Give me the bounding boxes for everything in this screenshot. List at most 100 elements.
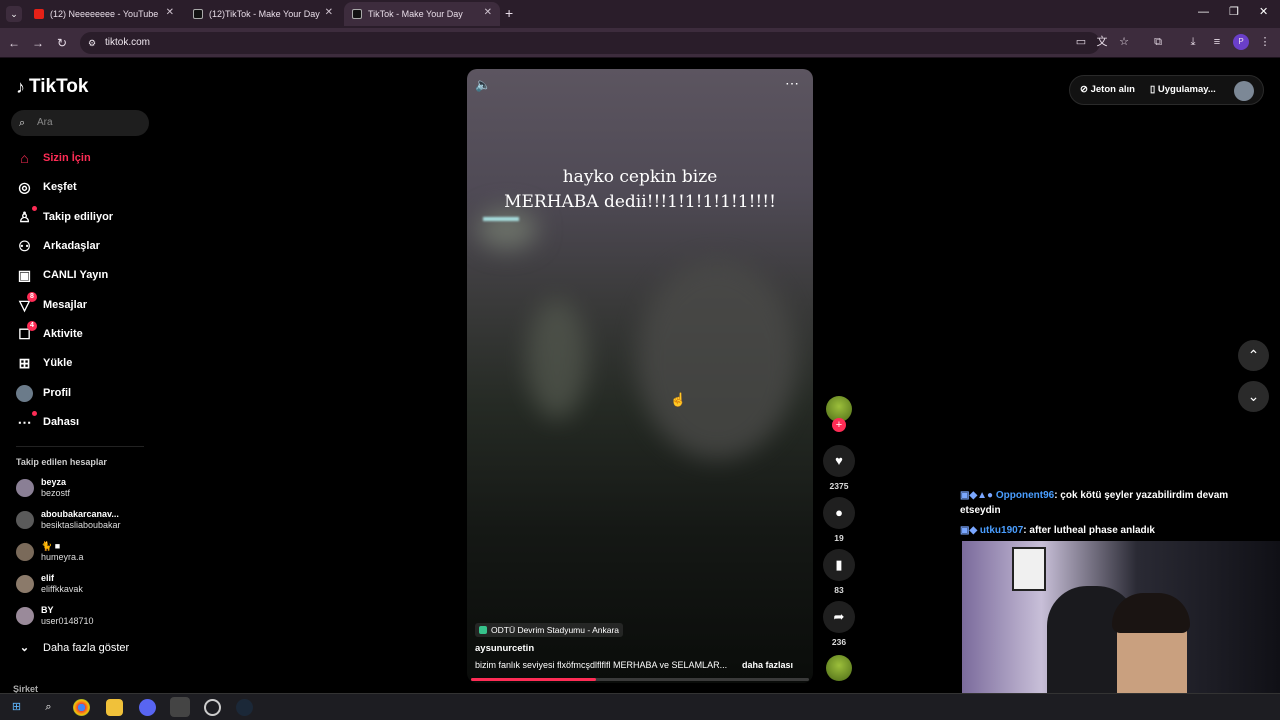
- cursor-icon: ☝: [670, 392, 687, 407]
- activity-icon: ☐ 4: [16, 320, 37, 343]
- close-tab-icon[interactable]: ✕: [484, 7, 492, 18]
- discord-icon[interactable]: [139, 699, 156, 716]
- nav-item-explore[interactable]: ◎ Keşfet: [16, 177, 76, 197]
- back-icon[interactable]: ←: [5, 34, 23, 52]
- browser-tab-youtube[interactable]: (12) Neeeeeeee - YouTube ✕: [26, 2, 182, 26]
- phone-icon: ▯: [1150, 84, 1156, 95]
- address-bar[interactable]: ⚙ tiktok.com: [80, 32, 1100, 54]
- minimize-button[interactable]: —: [1198, 6, 1209, 18]
- nav-item-for-you[interactable]: ⌂ Sizin İçin: [16, 148, 90, 168]
- more-icon: ⋯: [16, 410, 37, 431]
- like-button[interactable]: ♥: [823, 445, 855, 477]
- chevron-down-icon: ⌄: [19, 641, 30, 654]
- get-app-button[interactable]: ▯ Uygulamay...: [1150, 84, 1216, 95]
- profile-avatar[interactable]: P: [1233, 34, 1249, 50]
- chrome-icon[interactable]: [73, 699, 90, 716]
- avatar: [16, 575, 34, 593]
- browser-tab-tiktok-1[interactable]: (12)TikTok - Make Your Day ✕: [185, 2, 341, 26]
- translate-icon[interactable]: 文: [1094, 34, 1110, 50]
- extensions-icon[interactable]: ⧉: [1150, 34, 1166, 50]
- nav-item-upload[interactable]: ⊞ Yükle: [16, 353, 73, 373]
- avatar: [16, 479, 34, 497]
- reload-icon[interactable]: ↻: [53, 34, 71, 52]
- nav-item-more[interactable]: ⋯ Dahası: [16, 410, 79, 432]
- read-more-link[interactable]: daha fazlası: [742, 660, 793, 670]
- close-window-button[interactable]: ✕: [1259, 5, 1268, 18]
- messages-badge: 8: [27, 291, 37, 302]
- chevron-up-icon: ⌃: [1247, 347, 1260, 363]
- volume-icon[interactable]: 🔈: [475, 77, 491, 93]
- comment-button[interactable]: ●: [823, 497, 855, 529]
- search-icon[interactable]: ⌕: [40, 699, 57, 716]
- chat-badge-icons: ▣◆▲●: [960, 490, 994, 501]
- heart-icon: ♥: [835, 453, 843, 468]
- start-icon[interactable]: ⊞: [8, 699, 25, 716]
- cast-icon[interactable]: ▭: [1073, 34, 1089, 50]
- profile-icon: [16, 384, 33, 402]
- video-caption-overlay: hayko cepkin bize MERHABA dedii!!!1!1!1!…: [504, 167, 776, 212]
- tab-search-icon[interactable]: ⌄: [6, 6, 22, 22]
- avatar: [16, 607, 34, 625]
- followed-account[interactable]: elif eliffkkavak: [16, 570, 83, 598]
- show-more-button[interactable]: ⌄ Daha fazla göster: [16, 638, 129, 658]
- chat-message: ▣◆▲● Opponent96: çok kötü şeyler yazabil…: [960, 490, 1229, 516]
- tiktok-logo[interactable]: ♪ TikTok: [16, 76, 88, 98]
- media-icon[interactable]: ≡: [1209, 34, 1225, 50]
- like-count: 2375: [829, 481, 849, 491]
- download-icon[interactable]: ⤓: [1185, 34, 1201, 50]
- menu-icon[interactable]: ⋮: [1257, 34, 1273, 50]
- location-tag[interactable]: ODTÜ Devrim Stadyumu - Ankara: [475, 623, 624, 637]
- search-input[interactable]: ⌕ Ara: [11, 110, 149, 136]
- obs-icon[interactable]: [204, 699, 221, 716]
- followed-account[interactable]: 🐈 ■ humeyra.a: [16, 538, 84, 566]
- close-tab-icon[interactable]: ✕: [325, 7, 333, 18]
- tiktok-icon: [193, 9, 203, 19]
- save-count: 83: [834, 585, 844, 595]
- avatar: [16, 543, 34, 561]
- site-info-icon[interactable]: ⚙: [88, 32, 96, 54]
- home-icon: ⌂: [20, 149, 29, 166]
- nav-item-live[interactable]: ▣ CANLI Yayın: [16, 265, 108, 285]
- bookmark-icon: ▮: [835, 557, 843, 572]
- avatar: [16, 511, 34, 529]
- follow-plus-icon[interactable]: +: [832, 418, 846, 432]
- chrome-active-icon[interactable]: [170, 697, 190, 717]
- compass-icon: ◎: [18, 178, 31, 195]
- share-button[interactable]: ➦: [823, 601, 855, 633]
- followed-account[interactable]: aboubakarcanav... besiktasliaboubakar: [16, 506, 121, 534]
- video-author[interactable]: aysunurcetin: [475, 643, 534, 654]
- get-coins-button[interactable]: ⊘ Jeton alın: [1080, 84, 1135, 95]
- top-right-actions: ⊘ Jeton alın ▯ Uygulamay...: [1069, 75, 1264, 105]
- account-emoji: 🐈 ■: [41, 541, 61, 551]
- steam-icon[interactable]: [236, 699, 253, 716]
- bookmark-star-icon[interactable]: ☆: [1116, 34, 1132, 50]
- nav-item-following[interactable]: ♙ Takip ediliyor: [16, 205, 113, 227]
- nav-item-profile[interactable]: Profil: [16, 383, 71, 403]
- next-video-button[interactable]: ⌄: [1238, 381, 1269, 412]
- nav-item-friends[interactable]: ⚇ Arkadaşlar: [16, 236, 100, 256]
- forward-icon[interactable]: →: [29, 34, 47, 52]
- more-options-icon[interactable]: ⋯: [785, 75, 799, 92]
- nav-item-activity[interactable]: ☐ 4 Aktivite: [16, 320, 83, 344]
- user-avatar[interactable]: [1234, 81, 1254, 101]
- close-tab-icon[interactable]: ✕: [166, 7, 174, 18]
- followed-account[interactable]: beyza bezostf: [16, 474, 70, 502]
- progress-bar[interactable]: [471, 678, 809, 681]
- upload-icon: ⊞: [18, 354, 31, 371]
- music-disc-avatar[interactable]: [826, 655, 852, 681]
- new-tab-button[interactable]: +: [505, 5, 513, 21]
- followed-account[interactable]: BY user0148710: [16, 602, 94, 630]
- save-button[interactable]: ▮: [823, 549, 855, 581]
- youtube-icon: [34, 9, 44, 19]
- divider: [16, 446, 144, 447]
- restore-button[interactable]: ❐: [1229, 5, 1239, 18]
- coin-icon: ⊘: [1080, 84, 1088, 95]
- browser-tab-tiktok-active[interactable]: TikTok - Make Your Day ✕: [344, 2, 500, 26]
- file-explorer-icon[interactable]: [106, 699, 123, 716]
- progress-fill: [471, 678, 597, 681]
- video-player[interactable]: 🔈 ⋯ hayko cepkin bize MERHABA dedii!!!1!…: [467, 69, 813, 683]
- comment-icon: ●: [835, 505, 843, 520]
- comment-count: 19: [834, 533, 844, 543]
- previous-video-button[interactable]: ⌃: [1238, 340, 1269, 371]
- nav-item-messages[interactable]: ▽ 8 Mesajlar: [16, 291, 87, 315]
